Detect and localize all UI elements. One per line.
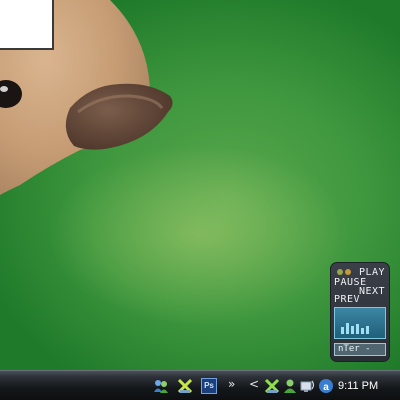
equalizer-bar (361, 328, 364, 334)
messenger-icon[interactable] (153, 378, 169, 394)
equalizer-bar (356, 324, 359, 334)
photoshop-icon[interactable]: Ps (201, 378, 217, 394)
equalizer-bar (366, 326, 369, 334)
window-fragment[interactable] (0, 0, 54, 50)
next-button[interactable]: NEXT (359, 287, 385, 297)
buddy-icon[interactable] (282, 378, 298, 394)
antivirus-icon[interactable]: a (318, 378, 334, 394)
close-dot-icon[interactable] (337, 269, 343, 275)
equalizer-bar (351, 326, 354, 334)
equalizer-display (334, 307, 386, 339)
network-icon[interactable] (300, 378, 316, 394)
show-more-chevron-icon[interactable]: » (228, 377, 235, 391)
media-player-widget: PLAY PAUSE NEXT PREV nTer - (330, 262, 390, 362)
equalizer-bar (346, 323, 349, 334)
prev-button[interactable]: PREV (334, 295, 360, 305)
network-x-icon-2[interactable] (264, 378, 280, 394)
equalizer-bars (341, 322, 369, 334)
network-x-icon[interactable] (177, 378, 193, 394)
taskbar: Ps » < a 9:11 PM (0, 370, 400, 400)
taskbar-clock[interactable]: 9:11 PM (338, 379, 378, 393)
desktop-wallpaper: PLAY PAUSE NEXT PREV nTer - (0, 0, 400, 370)
equalizer-bar (341, 327, 344, 334)
collapse-tray-icon[interactable]: < (249, 377, 259, 391)
svg-text:a: a (323, 382, 329, 393)
minimize-dot-icon[interactable] (345, 269, 351, 275)
station-field[interactable]: nTer - (334, 343, 386, 356)
